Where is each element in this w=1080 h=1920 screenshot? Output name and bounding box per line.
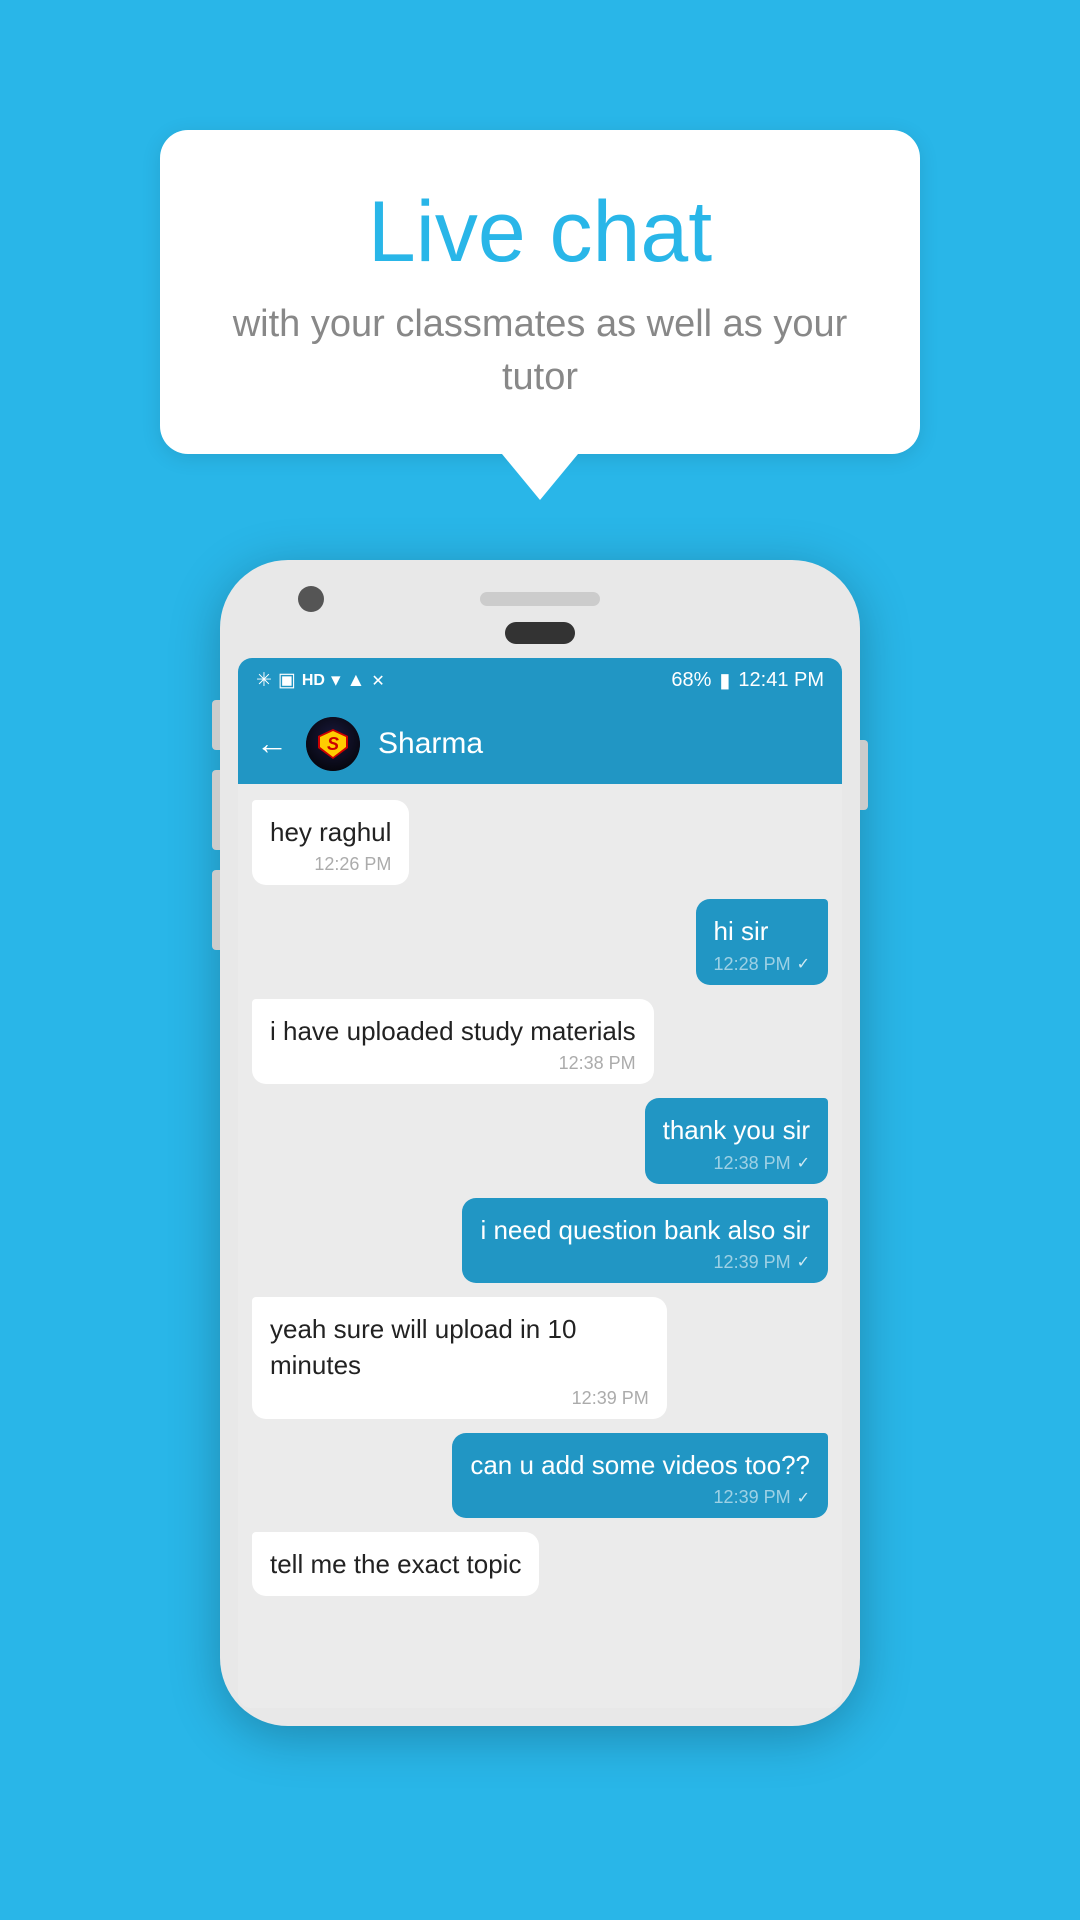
signal-x-icon: ✕ [371,671,384,691]
message-bubble-4: i need question bank also sir 12:39 PM ✓ [462,1198,828,1283]
message-tick-icon: ✓ [797,954,810,974]
message-row: hi sir 12:28 PM ✓ [252,899,828,984]
contact-name: Sharma [378,727,483,761]
message-text: yeah sure will upload in 10 minutes [270,1311,649,1384]
message-row: can u add some videos too?? 12:39 PM ✓ [252,1433,828,1518]
message-time: 12:39 PM [714,1487,791,1508]
avatar-inner: S [306,717,360,771]
message-text: thank you sir [663,1112,810,1148]
bubble-subtitle: with your classmates as well as your tut… [230,298,850,404]
message-row: hey raghul 12:26 PM [252,800,828,885]
chat-header: ← S Sharma [238,704,842,784]
message-row: i need question bank also sir 12:39 PM ✓ [252,1198,828,1283]
message-time: 12:26 PM [314,854,391,875]
phone-screen: ✳ ▣ HD ▾ ▲ ✕ 68% ▮ 12:41 PM ← [238,658,842,1708]
message-row: yeah sure will upload in 10 minutes 12:39… [252,1297,828,1419]
message-meta: 12:28 PM ✓ [714,954,810,975]
message-meta: 12:39 PM ✓ [470,1487,810,1508]
message-bubble-7: tell me the exact topic [252,1532,539,1596]
clock: 12:41 PM [738,669,824,692]
phone-top-bar [238,578,842,616]
message-time: 12:39 PM [714,1252,791,1273]
message-meta: 12:38 PM ✓ [663,1153,810,1174]
status-right: 68% ▮ 12:41 PM [671,668,824,693]
message-tick-icon: ✓ [797,1488,810,1508]
message-text: tell me the exact topic [270,1546,521,1582]
message-text: i have uploaded study materials [270,1013,636,1049]
status-left-icons: ✳ ▣ HD ▾ ▲ ✕ [256,669,385,692]
message-row: thank you sir 12:38 PM ✓ [252,1098,828,1183]
volume-up-button [212,770,220,850]
message-text: hey raghul [270,814,391,850]
phone-mockup: ✳ ▣ HD ▾ ▲ ✕ 68% ▮ 12:41 PM ← [220,560,860,1726]
fingerprint-sensor [505,622,575,644]
svg-text:S: S [327,734,339,754]
message-text: i need question bank also sir [480,1212,810,1248]
contact-avatar: S [306,717,360,771]
back-button[interactable]: ← [256,725,288,762]
message-bubble-5: yeah sure will upload in 10 minutes 12:39… [252,1297,667,1419]
earpiece-speaker [480,592,600,606]
bubble-title: Live chat [230,185,850,280]
message-bubble-0: hey raghul 12:26 PM [252,800,409,885]
promo-card: Live chat with your classmates as well a… [160,130,920,500]
volume-down-button [212,870,220,950]
message-bubble-3: thank you sir 12:38 PM ✓ [645,1098,828,1183]
superman-icon: S [315,726,351,762]
message-tick-icon: ✓ [797,1252,810,1272]
message-bubble-2: i have uploaded study materials 12:38 PM [252,999,654,1084]
status-bar: ✳ ▣ HD ▾ ▲ ✕ 68% ▮ 12:41 PM [238,658,842,704]
messages-area[interactable]: hey raghul 12:26 PM hi sir 12:28 PM ✓ i have … [238,784,842,1708]
message-row: tell me the exact topic [252,1532,828,1596]
message-time: 12:38 PM [559,1053,636,1074]
message-time: 12:39 PM [572,1388,649,1409]
speech-bubble-tail [502,454,578,500]
message-meta: 12:39 PM ✓ [480,1252,810,1273]
message-meta: 12:39 PM [270,1388,649,1409]
vibrate-icon: ▣ [278,669,296,692]
phone-outer: ✳ ▣ HD ▾ ▲ ✕ 68% ▮ 12:41 PM ← [220,560,860,1726]
message-text: hi sir [714,913,810,949]
speech-bubble: Live chat with your classmates as well a… [160,130,920,454]
bluetooth-icon: ✳ [256,669,272,692]
message-time: 12:38 PM [714,1153,791,1174]
message-bubble-6: can u add some videos too?? 12:39 PM ✓ [452,1433,828,1518]
message-bubble-1: hi sir 12:28 PM ✓ [696,899,828,984]
message-meta: 12:38 PM [270,1053,636,1074]
wifi-icon: ▾ [331,669,341,692]
silent-button [212,700,220,750]
hd-icon: HD [302,672,325,690]
message-text: can u add some videos too?? [470,1447,810,1483]
message-tick-icon: ✓ [797,1153,810,1173]
battery-icon: ▮ [719,668,730,693]
power-button [860,740,868,810]
signal-icon: ▲ [347,670,366,692]
message-row: i have uploaded study materials 12:38 PM [252,999,828,1084]
message-time: 12:28 PM [714,954,791,975]
front-camera [298,586,324,612]
battery-percent: 68% [671,669,711,692]
message-meta: 12:26 PM [270,854,391,875]
